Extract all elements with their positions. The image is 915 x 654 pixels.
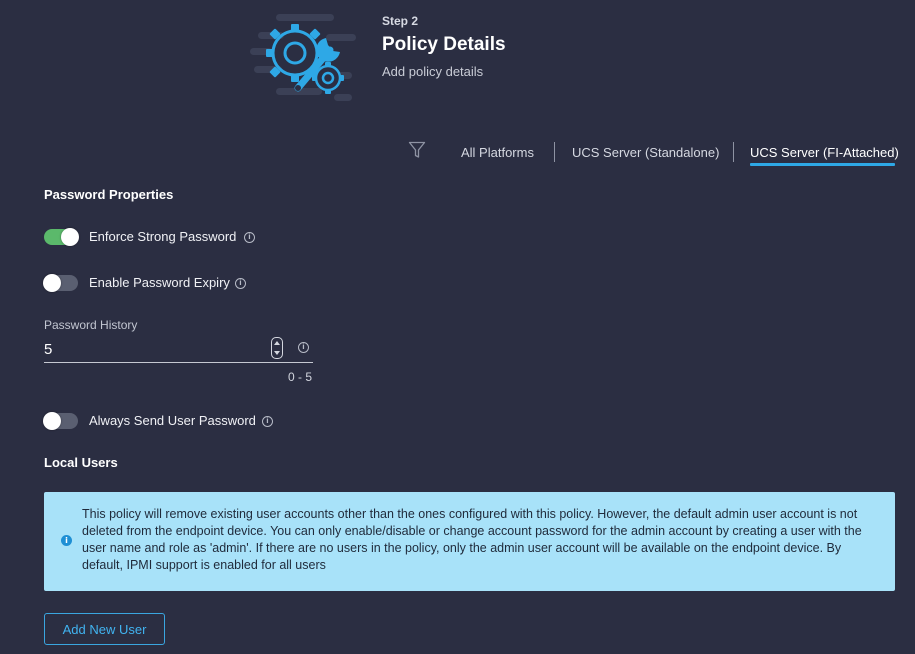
info-icon[interactable]: i — [244, 232, 255, 243]
tab-divider — [733, 142, 734, 162]
filter-icon[interactable] — [408, 141, 426, 159]
page-title: Policy Details — [382, 34, 506, 55]
always-send-user-password-toggle[interactable] — [43, 412, 78, 430]
info-banner-text: This policy will remove existing user ac… — [82, 507, 862, 572]
tab-ucs-server-fi-attached[interactable]: UCS Server (FI-Attached) — [750, 145, 899, 160]
enable-password-expiry-label: Enable Password Expiry — [89, 275, 230, 290]
password-history-range: 0 - 5 — [288, 370, 313, 384]
local-users-heading: Local Users — [44, 455, 118, 470]
password-properties-heading: Password Properties — [44, 187, 174, 202]
info-icon: i — [61, 535, 72, 546]
password-history-stepper[interactable] — [271, 337, 283, 359]
info-icon[interactable]: i — [235, 278, 246, 289]
toggle-knob — [43, 274, 61, 292]
field-underline — [44, 362, 313, 363]
password-history-input[interactable] — [44, 338, 264, 360]
password-history-label: Password History — [44, 318, 138, 332]
enforce-strong-password-label: Enforce Strong Password — [89, 229, 237, 244]
info-banner: i This policy will remove existing user … — [44, 492, 895, 591]
stepper-up-icon[interactable] — [274, 341, 280, 345]
policy-gear-wrench-icon — [248, 10, 358, 105]
enforce-strong-password-toggle[interactable] — [44, 228, 79, 246]
toggle-knob — [43, 412, 61, 430]
toggle-knob — [61, 228, 79, 246]
stepper-down-icon[interactable] — [274, 351, 280, 355]
step-label: Step 2 — [382, 14, 419, 28]
info-icon[interactable]: i — [298, 342, 309, 353]
always-send-user-password-label: Always Send User Password — [89, 413, 256, 428]
tab-divider — [554, 142, 555, 162]
info-icon[interactable]: i — [262, 416, 273, 427]
enable-password-expiry-toggle[interactable] — [43, 274, 78, 292]
page-subtitle: Add policy details — [382, 64, 484, 79]
active-tab-indicator — [750, 163, 895, 166]
tab-ucs-server-standalone[interactable]: UCS Server (Standalone) — [572, 145, 719, 160]
add-new-user-button[interactable]: Add New User — [44, 613, 165, 645]
tab-all-platforms[interactable]: All Platforms — [461, 145, 534, 160]
